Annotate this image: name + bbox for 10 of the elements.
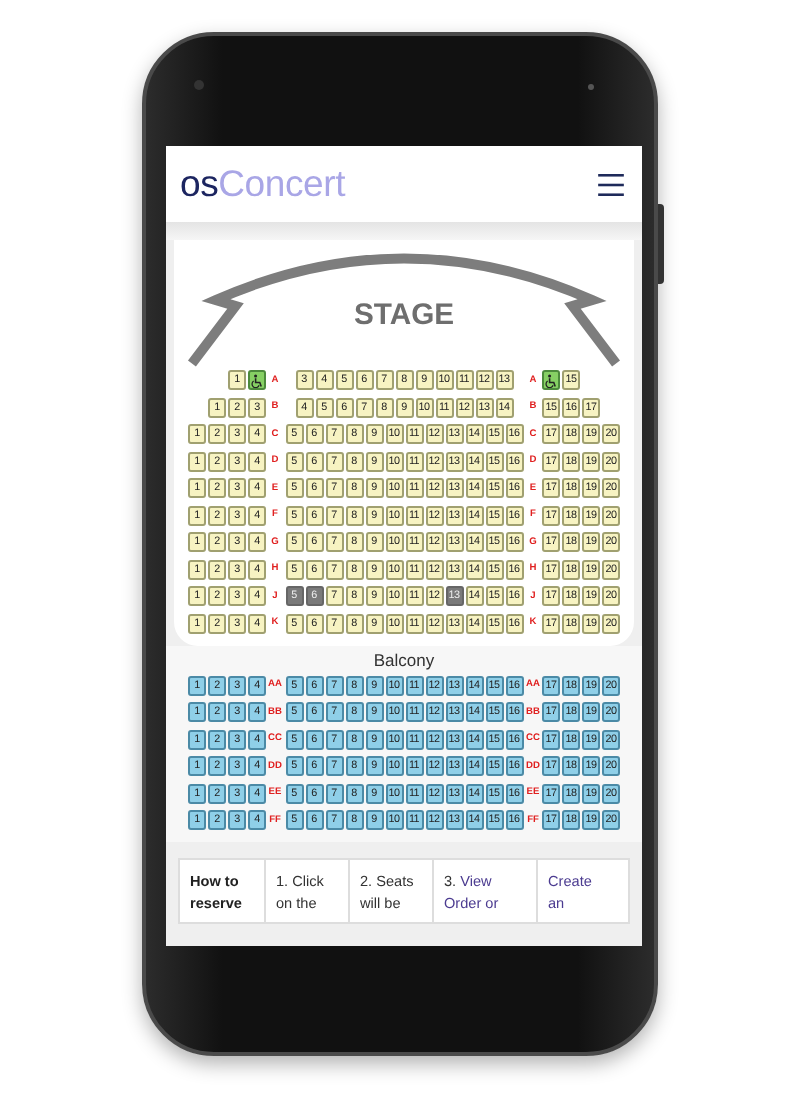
wheelchair-icon <box>544 373 558 387</box>
wheelchair-seat[interactable] <box>542 370 560 390</box>
stage-drawing: STAGE <box>186 244 622 368</box>
wheelchair-icon <box>250 373 264 387</box>
wheelchair-seat[interactable] <box>248 370 266 390</box>
camera-icon <box>194 80 204 90</box>
sensor-icon <box>588 84 594 90</box>
logo[interactable]: osConcert <box>180 162 346 206</box>
menu-icon[interactable] <box>598 173 624 195</box>
section-title: Balcony <box>373 649 435 669</box>
